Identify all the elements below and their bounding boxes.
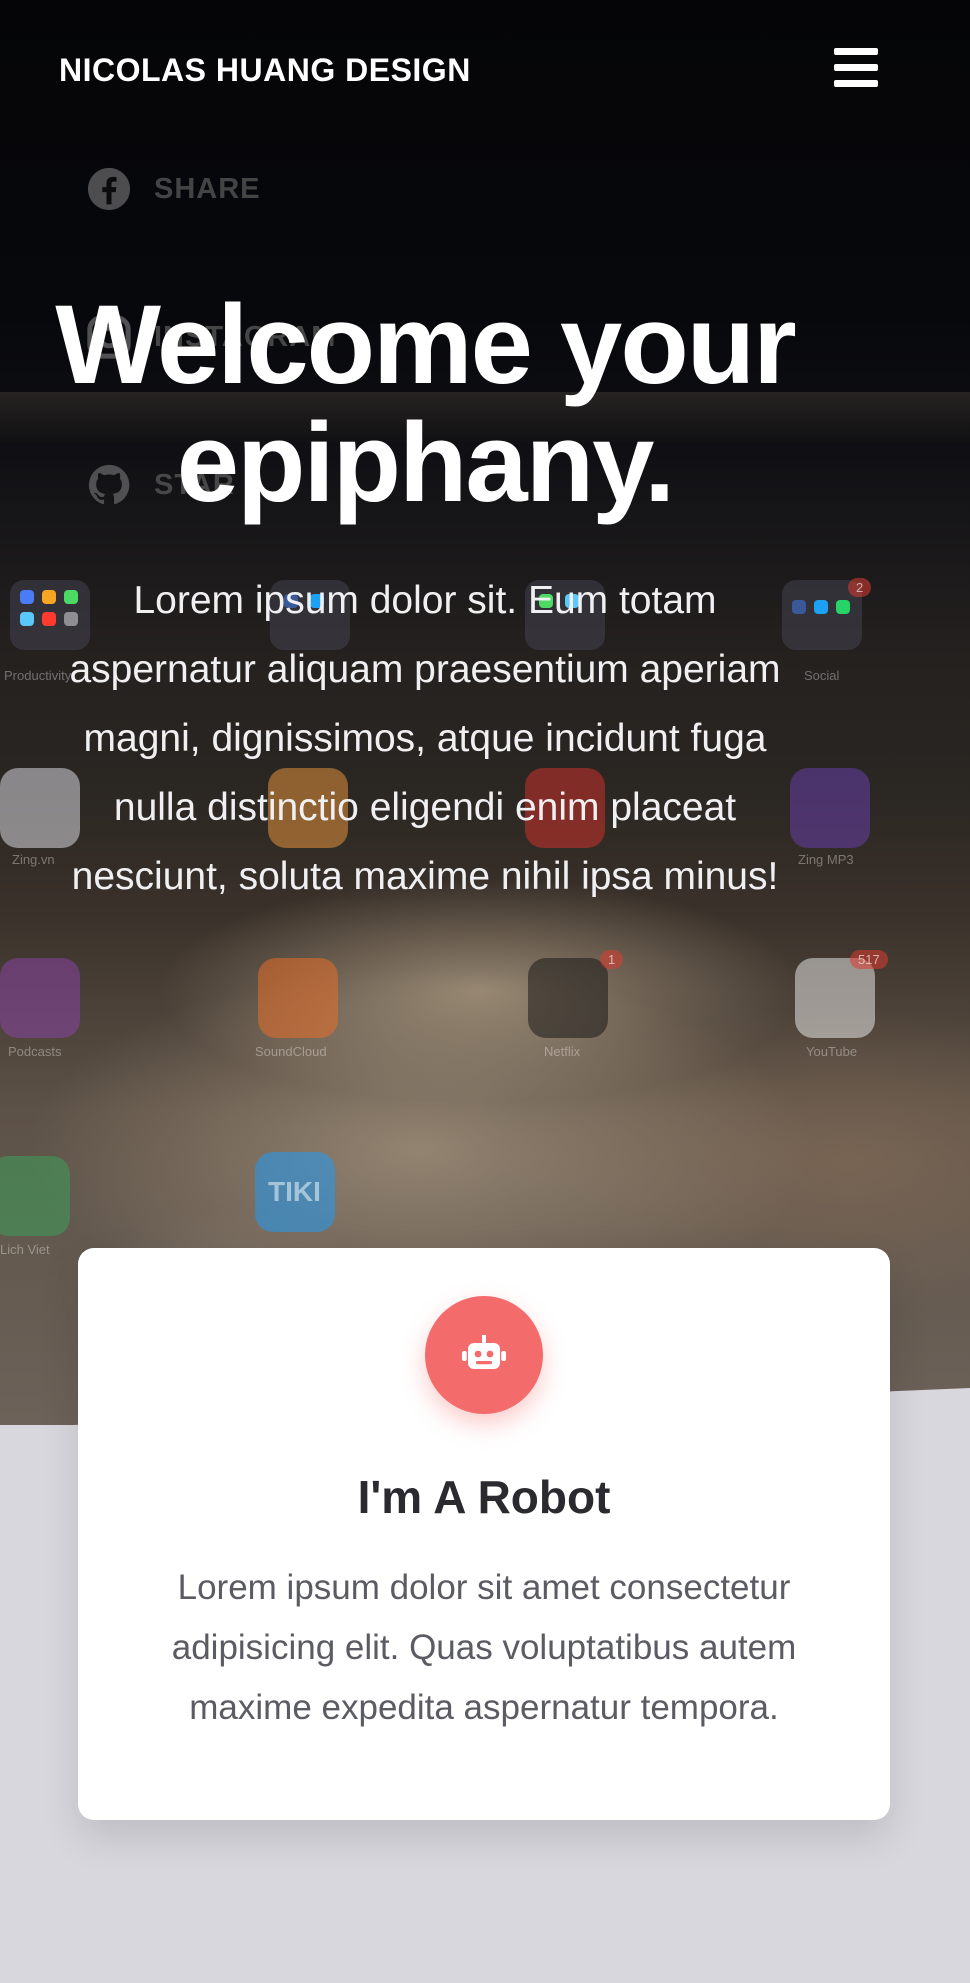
app-label-lich-viet: Lich Viet [0, 1242, 50, 1257]
app-label-soundcloud: SoundCloud [255, 1044, 327, 1059]
hero-lead-paragraph: Lorem ipsum dolor sit. Eum totam asperna… [69, 579, 781, 898]
app-label-zing-mp3: Zing MP3 [798, 852, 854, 867]
app-label-netflix: Netflix [544, 1044, 581, 1059]
feature-card: I'm A Robot Lorem ipsum dolor sit amet c… [78, 1248, 890, 1820]
facebook-icon [87, 167, 131, 211]
robot-icon-badge [425, 1296, 543, 1414]
youtube-badge: 517 [850, 950, 888, 969]
social-badge: 2 [848, 578, 872, 597]
app-label-podcasts: Podcasts [8, 1044, 62, 1059]
netflix-app-icon [528, 958, 608, 1038]
netflix-badge: 1 [600, 950, 624, 969]
tiki-label: TIKI [268, 1176, 321, 1207]
headline-line-2: epiphany. [176, 400, 675, 525]
card-description: Lorem ipsum dolor sit amet consectetur a… [171, 1568, 797, 1727]
brand-logo[interactable]: NICOLAS HUANG DESIGN [59, 52, 471, 89]
robot-icon [462, 1335, 506, 1369]
app-label-youtube: YouTube [806, 1044, 858, 1059]
soundcloud-app-icon [258, 958, 338, 1038]
youtube-app-icon [795, 958, 875, 1038]
hero-headline: Welcome your epiphany. [0, 286, 850, 522]
hamburger-menu-icon[interactable] [834, 48, 878, 88]
lich-viet-app-icon [0, 1156, 70, 1236]
share-label: SHARE [154, 172, 261, 205]
podcasts-app-icon [0, 958, 80, 1038]
card-title: I'm A Robot [357, 1471, 611, 1523]
app-label-social: Social [804, 668, 840, 683]
headline-line-1: Welcome your [55, 282, 796, 407]
facebook-share-button[interactable]: SHARE [86, 166, 261, 212]
top-navbar: NICOLAS HUANG DESIGN [0, 0, 970, 140]
